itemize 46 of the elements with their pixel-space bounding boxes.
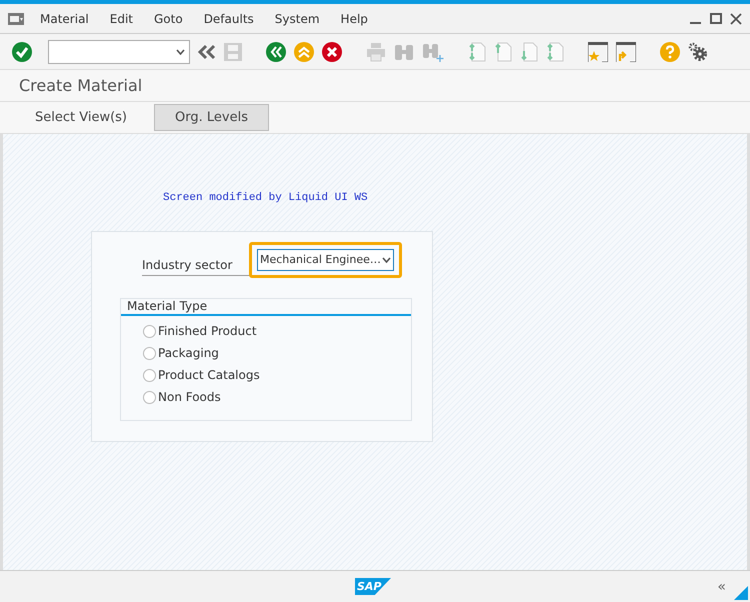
menu-item[interactable]: Goto: [154, 10, 183, 28]
menu-icon[interactable]: [8, 12, 24, 24]
group-title: Material Type: [121, 299, 411, 316]
collapse-button[interactable]: «: [717, 577, 726, 598]
check-icon[interactable]: [12, 42, 32, 62]
menu-item[interactable]: Material: [40, 10, 89, 28]
settings-icon[interactable]: [688, 42, 708, 62]
menu-item[interactable]: Help: [340, 10, 368, 28]
option-label: Product Catalogs: [158, 367, 260, 384]
back-circle-icon[interactable]: [266, 42, 286, 62]
help-icon[interactable]: [660, 42, 680, 62]
tab[interactable]: Org. Levels: [154, 104, 269, 132]
option-label: Finished Product: [158, 323, 257, 340]
resize-grip-icon[interactable]: [734, 586, 748, 600]
window-arrow-icon[interactable]: [616, 42, 636, 62]
option-label: Non Foods: [158, 389, 221, 406]
radio-button[interactable]: [143, 346, 156, 360]
maximize-icon[interactable]: [710, 12, 722, 24]
page-arrows-icon[interactable]: [468, 42, 486, 62]
menu-item[interactable]: System: [274, 10, 320, 28]
command-field[interactable]: [48, 40, 190, 64]
option-label: Packaging: [158, 345, 219, 362]
radio-button[interactable]: [143, 324, 156, 338]
back-icon[interactable]: [198, 44, 216, 60]
printer-icon[interactable]: [366, 42, 386, 62]
page-arrows-icon[interactable]: [546, 42, 564, 62]
page-down-icon[interactable]: [520, 42, 538, 62]
save-icon[interactable]: [224, 42, 242, 60]
caret-icon: [382, 257, 391, 263]
menu-item[interactable]: Defaults: [204, 10, 254, 28]
binoculars-plus-icon[interactable]: [422, 42, 444, 62]
screen-title: Create Material: [19, 74, 142, 96]
page-up-icon[interactable]: [494, 42, 512, 62]
industry-sector-dropdown[interactable]: Mechanical Enginee…: [257, 249, 394, 271]
window-star-icon[interactable]: [588, 42, 608, 62]
tab[interactable]: Select View(s): [24, 104, 138, 132]
caret-icon: [176, 48, 185, 54]
radio-button[interactable]: [143, 390, 156, 404]
cancel-icon[interactable]: [322, 42, 342, 62]
info-text: Screen modified by Liquid UI WS: [163, 191, 368, 206]
menu-item[interactable]: Edit: [110, 10, 133, 28]
radio-button[interactable]: [143, 368, 156, 382]
sap-logo: SAP: [355, 578, 391, 595]
up-circle-icon[interactable]: [294, 42, 314, 62]
close-icon[interactable]: [730, 12, 742, 24]
binoculars-icon[interactable]: [394, 42, 414, 60]
